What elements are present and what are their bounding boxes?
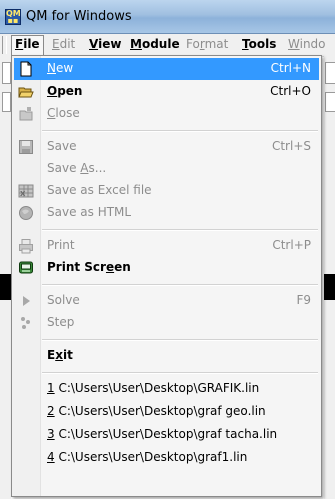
background-window-left bbox=[0, 56, 11, 499]
toolbar-edge bbox=[2, 92, 11, 112]
toolbar-edge bbox=[325, 92, 335, 112]
menu-item-label: Save as Excel file bbox=[47, 183, 152, 197]
menu-item-step[interactable]: Step bbox=[14, 312, 319, 334]
recent-file-3[interactable]: 3 C:\Users\User\Desktop\graf tacha.lin bbox=[14, 424, 319, 446]
new-file-icon bbox=[18, 61, 34, 77]
recent-file-path: C:\Users\User\Desktop\graf geo.lin bbox=[54, 404, 266, 418]
menu-item-label: Save as HTML bbox=[47, 205, 132, 219]
printer-icon bbox=[18, 238, 34, 254]
open-folder-icon bbox=[18, 84, 34, 100]
excel-icon: X bbox=[18, 183, 34, 199]
recent-file-number: 1 bbox=[47, 381, 55, 395]
menu-item-label: Save bbox=[47, 139, 77, 153]
menu-item-print[interactable]: Print Ctrl+P bbox=[14, 235, 319, 257]
menu-view-mnemonic: V bbox=[89, 37, 99, 51]
background-dark-bar bbox=[0, 274, 11, 300]
menu-format-mnemonic: r bbox=[199, 37, 205, 51]
toolbar-edge bbox=[2, 62, 11, 84]
menu-item-new[interactable]: New Ctrl+N bbox=[14, 58, 319, 80]
play-icon bbox=[18, 293, 34, 309]
title-bar[interactable]: QM ▪▪ QM for Windows bbox=[0, 0, 335, 34]
recent-file-1[interactable]: 1 C:\Users\User\Desktop\GRAFIK.lin bbox=[14, 378, 319, 400]
mnemonic: N bbox=[47, 61, 56, 75]
menu-item-save-as-html[interactable]: Save as HTML bbox=[14, 202, 319, 224]
qm-app-icon[interactable]: QM ▪▪ bbox=[5, 9, 21, 25]
menu-format[interactable]: Format bbox=[186, 37, 228, 51]
recent-file-label: 3 C:\Users\User\Desktop\graf tacha.lin bbox=[47, 427, 277, 441]
recent-file-number: 4 bbox=[47, 450, 55, 464]
menu-item-shortcut: Ctrl+S bbox=[271, 139, 311, 153]
menu-item-shortcut: Ctrl+P bbox=[272, 238, 311, 252]
mnemonic: O bbox=[47, 84, 58, 98]
recent-file-path: C:\Users\User\Desktop\graf tacha.lin bbox=[54, 427, 278, 441]
menu-item-label: Close bbox=[47, 106, 80, 120]
menu-window-mnemonic: W bbox=[288, 37, 300, 51]
background-window-right bbox=[324, 56, 335, 499]
menu-separator bbox=[42, 339, 318, 341]
menu-file[interactable]: File bbox=[11, 35, 44, 55]
menu-item-exit[interactable]: Exit bbox=[14, 345, 319, 367]
window-title: QM for Windows bbox=[26, 9, 132, 24]
menu-file-mnemonic: F bbox=[15, 37, 24, 51]
menu-item-label: Print bbox=[47, 238, 75, 252]
menu-separator bbox=[42, 130, 318, 132]
menu-item-solve[interactable]: Solve F9 bbox=[14, 290, 319, 312]
menu-item-label: Print Screen bbox=[47, 260, 131, 274]
mnemonic: C bbox=[47, 106, 56, 120]
menu-separator bbox=[42, 229, 318, 231]
menu-bar: File Edit View Module Format Tools Windo bbox=[0, 34, 335, 57]
menu-edit-mnemonic: E bbox=[52, 37, 60, 51]
menu-item-open[interactable]: Open Ctrl+O bbox=[14, 81, 319, 103]
menu-item-label: Exit bbox=[47, 348, 73, 362]
recent-file-2[interactable]: 2 C:\Users\User\Desktop\graf geo.lin bbox=[14, 401, 319, 423]
menu-item-save-as-excel[interactable]: X Save as Excel file bbox=[14, 180, 319, 202]
menu-item-shortcut: F9 bbox=[296, 293, 311, 307]
menu-item-label: Step bbox=[47, 315, 75, 329]
mnemonic: e bbox=[105, 260, 115, 274]
menu-item-close[interactable]: Close bbox=[14, 103, 319, 125]
save-disk-icon bbox=[18, 139, 34, 155]
menu-separator bbox=[42, 372, 318, 374]
file-menu-dropdown: New Ctrl+N Open Ctrl+O Close Save Ctrl+S… bbox=[11, 55, 322, 497]
recent-file-number: 2 bbox=[47, 404, 55, 418]
print-screen-icon bbox=[18, 260, 34, 276]
recent-file-number: 3 bbox=[47, 427, 55, 441]
close-folder-icon bbox=[18, 106, 34, 122]
menu-item-label: Save As... bbox=[47, 161, 107, 175]
globe-icon bbox=[18, 205, 34, 221]
menu-tools[interactable]: Tools bbox=[242, 37, 276, 51]
menu-module[interactable]: Module bbox=[130, 37, 180, 51]
menubar-grip bbox=[2, 36, 7, 54]
recent-file-label: 2 C:\Users\User\Desktop\graf geo.lin bbox=[47, 404, 266, 418]
background-dark-bar bbox=[324, 274, 335, 300]
menu-window[interactable]: Windo bbox=[288, 37, 326, 51]
step-icon bbox=[18, 315, 34, 331]
menu-item-print-screen[interactable]: Print Screen bbox=[14, 257, 319, 279]
menu-item-shortcut: Ctrl+O bbox=[270, 84, 311, 98]
menu-item-save-as[interactable]: Save As... bbox=[14, 158, 319, 180]
menu-item-save[interactable]: Save Ctrl+S bbox=[14, 136, 319, 158]
svg-text:X: X bbox=[20, 190, 26, 198]
recent-file-path: C:\Users\User\Desktop\graf1.lin bbox=[54, 450, 248, 464]
menu-item-label: New bbox=[47, 61, 74, 75]
menu-edit[interactable]: Edit bbox=[52, 37, 75, 51]
mnemonic: A bbox=[80, 161, 89, 175]
menu-separator bbox=[42, 284, 318, 286]
mnemonic: x bbox=[55, 348, 63, 362]
menu-tools-mnemonic: T bbox=[242, 37, 249, 51]
menu-module-mnemonic: M bbox=[130, 37, 142, 51]
menu-item-label: Solve bbox=[47, 293, 80, 307]
recent-file-path: C:\Users\User\Desktop\GRAFIK.lin bbox=[54, 381, 260, 395]
menu-item-shortcut: Ctrl+N bbox=[270, 61, 311, 75]
toolbar-edge bbox=[325, 62, 335, 84]
recent-file-4[interactable]: 4 C:\Users\User\Desktop\graf1.lin bbox=[14, 447, 319, 469]
recent-file-label: 1 C:\Users\User\Desktop\GRAFIK.lin bbox=[47, 381, 259, 395]
menu-view[interactable]: View bbox=[89, 37, 121, 51]
recent-file-label: 4 C:\Users\User\Desktop\graf1.lin bbox=[47, 450, 247, 464]
menu-item-label: Open bbox=[47, 84, 83, 98]
